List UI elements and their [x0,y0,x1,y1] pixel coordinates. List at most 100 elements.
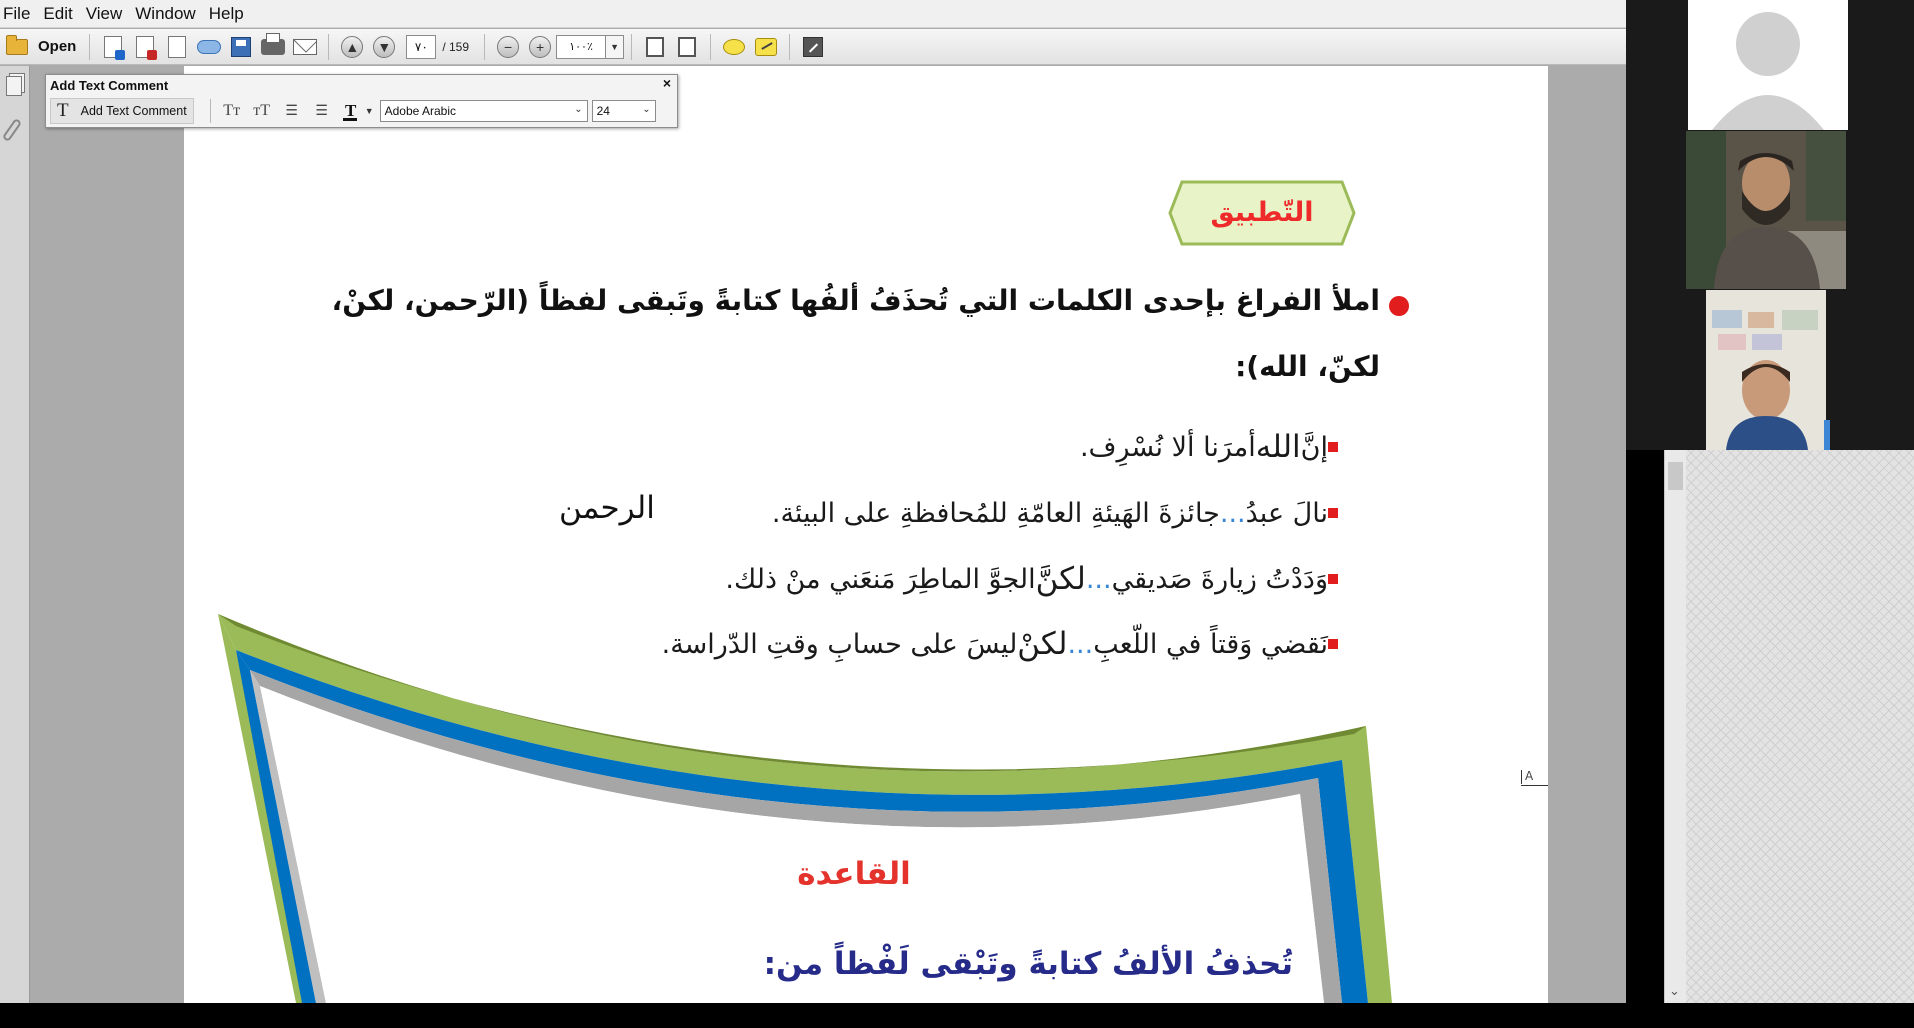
fit-width-icon [646,36,665,57]
exercise-blank: ... [1219,497,1246,529]
document-area[interactable]: التّطبيق املأ الفراغ بإحدى الكلمات التي … [31,66,1626,1003]
fit-page-icon [678,36,697,57]
export-pdf-button[interactable] [130,33,160,61]
sticky-note-icon [755,37,778,56]
create-pdf-icon [104,35,126,60]
menu-help[interactable]: Help [205,0,253,28]
menu-view[interactable]: View [82,0,132,28]
cloud-upload-icon [197,39,222,54]
menu-file[interactable]: File [0,0,39,28]
create-pdf-button[interactable] [98,33,128,61]
attachment-icon[interactable] [1,117,23,143]
arrow-up-icon: ▲ [341,35,364,58]
export-pdf-icon [136,35,158,60]
exercise-row-3: وَدَدْتُ زيارةَ صَديقي... لكنَّ الجوَّ الم… [725,555,1328,603]
scrollbar-thumb[interactable] [1668,462,1683,490]
zoom-dropdown-arrow[interactable]: ▼ [606,34,625,59]
section-badge: التّطبيق [1168,180,1356,246]
comment-toolbar-row: T Add Text Comment Tт тT ☰ ☰ T ▼ Adobe A… [50,97,656,125]
toolbar-separator [209,99,211,123]
page-total: / 159 [442,39,470,54]
instruction-line-2: لكنّ، الله): [1235,350,1380,383]
chevron-down-icon: ⌄ [574,104,583,115]
video-feed-icon [1686,131,1846,289]
increase-text-size-icon[interactable]: тT [247,98,277,124]
exercise-answer: الله [1255,429,1301,465]
menu-window[interactable]: Window [131,0,204,28]
menu-edit[interactable]: Edit [39,0,81,28]
decrease-text-size-icon[interactable]: Tт [217,98,247,124]
vertical-scrollbar[interactable]: ⌄ [1664,450,1686,1003]
add-text-comment-label: Add Text Comment [80,104,187,118]
highlight-button[interactable] [751,33,781,61]
zoom-in-button[interactable]: + [525,33,555,61]
participant-tile-video-teacher[interactable] [1626,131,1914,289]
chevron-down-icon[interactable]: ⌄ [1669,984,1680,999]
bottom-bar [0,1003,1914,1028]
fit-width-button[interactable] [640,33,670,61]
text-color-icon[interactable]: T [337,98,365,124]
comment-toolbar-title: Add Text Comment [50,78,169,93]
page-number-input[interactable]: ٧٠ [406,34,437,59]
line-spacing-decrease-icon[interactable]: ☰ [277,98,307,124]
video-feed-icon [1706,290,1830,450]
empty-panel-area [1686,450,1914,1003]
add-text-comment-toolbar: Add Text Comment × T Add Text Comment Tт… [45,74,678,128]
open-label: Open [38,38,77,55]
exercise-answer: لكنْ [1017,626,1068,662]
exercise-answer: لكنَّ [1035,561,1086,597]
comment-icon [723,38,746,55]
zoom-out-button[interactable]: − [493,33,523,61]
open-button[interactable]: Open [0,33,82,61]
exercise-row-1: إنَّ الله أمرَنا ألا نُسْرِف. [1080,423,1328,471]
exercise-post: أمرَنا ألا نُسْرِف. [1079,431,1256,463]
save-button[interactable] [226,33,256,61]
mail-icon [293,38,318,55]
exercise-pre: نَقضي وَقتاً في اللّعبِ [1093,628,1328,660]
exercise-marker [1328,574,1338,584]
font-size-select[interactable]: 24 ⌄ [591,100,656,122]
plus-icon: + [529,35,552,58]
previous-page-button[interactable]: ▲ [337,33,367,61]
participant-tile-video-student[interactable] [1626,290,1914,450]
pdf-page[interactable]: التّطبيق املأ الفراغ بإحدى الكلمات التي … [184,66,1548,1003]
exercise-marker [1328,639,1338,649]
chevron-down-icon[interactable]: ▼ [365,106,374,116]
expand-icon [803,36,824,57]
toolbar-separator [631,33,633,60]
rule-text: تُحذفُ الألفُ كتابةً وتَبْقى لَفْظاً من: [763,946,1293,982]
comment-button[interactable] [719,33,749,61]
line-spacing-increase-icon[interactable]: ☰ [307,98,337,124]
zoom-level-input[interactable]: ١٠٠٪ [556,34,607,59]
edit-pdf-button[interactable] [162,33,192,61]
chevron-down-icon: ⌄ [642,104,651,115]
exercise-blank: ... [1085,563,1112,595]
print-button[interactable] [258,32,288,61]
exercise-marker [1328,442,1338,452]
folder-icon [6,34,28,55]
edit-pdf-icon [168,35,187,58]
email-button[interactable] [290,33,320,61]
fullscreen-button[interactable] [798,33,828,61]
font-size-value: 24 [596,104,610,118]
font-family-select[interactable]: Adobe Arabic ⌄ [379,100,588,122]
toolbar-separator [89,33,91,60]
exercise-post: جائزةَ الهَيئةِ العامّةِ للمُحافظةِ على … [771,497,1220,529]
participant-tile-avatar[interactable] [1626,0,1914,130]
save-icon [231,36,252,57]
navigation-pane [0,66,30,1003]
add-text-comment-button[interactable]: T Add Text Comment [50,98,194,124]
print-icon [261,32,286,55]
upload-button[interactable] [194,33,224,61]
fit-page-button[interactable] [672,33,702,61]
instruction-line-1: املأ الفراغ بإحدى الكلمات التي تُحذَفُ أ… [331,284,1380,317]
exercise-marker [1328,508,1338,518]
pages-icon[interactable] [6,76,22,96]
typed-answer[interactable]: الرحمن [559,490,655,526]
arrow-down-icon: ▼ [373,35,396,58]
minus-icon: − [497,35,520,58]
rule-title: القاعدة [797,856,911,892]
avatar-icon [1688,0,1848,130]
next-page-button[interactable]: ▼ [369,33,399,61]
close-icon[interactable]: × [663,75,671,91]
